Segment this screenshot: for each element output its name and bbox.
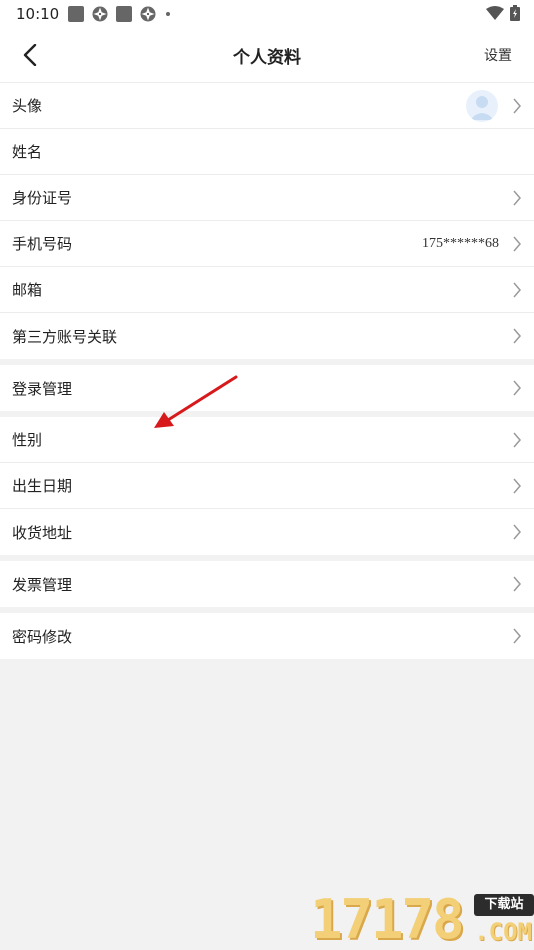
profile-group-personal: 性别 出生日期 收货地址	[0, 417, 534, 555]
profile-group-login: 登录管理	[0, 365, 534, 411]
row-avatar[interactable]: 头像	[0, 83, 534, 129]
navigation-bar: 个人资料 设置	[0, 28, 534, 83]
default-avatar-icon	[470, 96, 494, 120]
chevron-right-icon	[513, 98, 521, 114]
row-label: 发票管理	[12, 575, 73, 594]
row-label: 收货地址	[12, 523, 73, 542]
chevron-right-icon	[513, 380, 521, 396]
app-notification-icon	[116, 6, 132, 22]
status-bar: 10:10	[0, 0, 534, 28]
phone-value: 175******68	[422, 235, 499, 251]
annotation-arrow-icon	[154, 375, 238, 428]
chevron-right-icon	[513, 282, 521, 298]
page-title: 个人资料	[233, 48, 301, 68]
row-label: 邮箱	[12, 281, 43, 299]
profile-group-password: 密码修改	[0, 613, 534, 659]
row-id-number[interactable]: 身份证号	[0, 175, 534, 221]
row-name[interactable]: 姓名	[0, 129, 534, 175]
row-phone[interactable]: 手机号码 175******68	[0, 221, 534, 267]
profile-group-basic: 头像 姓名 身份证号 手机号码 175******68 邮箱 第三方账号关联	[0, 83, 534, 359]
row-label: 手机号码	[12, 235, 73, 253]
row-label: 第三方账号关联	[12, 327, 118, 346]
row-birth-date[interactable]: 出生日期	[0, 463, 534, 509]
row-label: 出生日期	[12, 477, 73, 495]
chevron-right-icon	[513, 628, 521, 644]
profile-group-invoice: 发票管理	[0, 561, 534, 607]
app-notification-icon	[68, 6, 84, 22]
watermark-domain: .COM	[474, 918, 532, 946]
row-label: 头像	[12, 97, 43, 115]
row-email[interactable]: 邮箱	[0, 267, 534, 313]
watermark-logo: 17178 下载站 .COM	[306, 888, 534, 950]
watermark-badge: 下载站	[474, 894, 534, 916]
row-invoice-management[interactable]: 发票管理	[0, 561, 534, 607]
chevron-right-icon	[513, 524, 521, 540]
row-password-change[interactable]: 密码修改	[0, 613, 534, 659]
row-gender[interactable]: 性别	[0, 417, 534, 463]
chevron-right-icon	[513, 236, 521, 252]
status-time: 10:10	[16, 5, 60, 23]
row-label: 身份证号	[12, 189, 73, 207]
status-notification-icons	[68, 6, 170, 22]
chevron-right-icon	[513, 478, 521, 494]
aperture-icon	[140, 6, 156, 22]
status-system-icons	[486, 5, 520, 21]
wifi-icon	[486, 6, 504, 20]
chevron-right-icon	[513, 328, 521, 344]
row-login-management[interactable]: 登录管理	[0, 365, 534, 411]
chevron-right-icon	[513, 432, 521, 448]
row-label: 性别	[12, 431, 43, 449]
battery-icon	[510, 5, 520, 21]
aperture-icon	[92, 6, 108, 22]
more-notifications-icon	[166, 12, 170, 16]
row-label: 密码修改	[12, 627, 73, 646]
row-shipping-address[interactable]: 收货地址	[0, 509, 534, 555]
avatar	[466, 90, 498, 122]
chevron-right-icon	[513, 576, 521, 592]
watermark-number: 17178	[310, 888, 465, 950]
settings-button[interactable]: 设置	[484, 45, 512, 65]
row-label: 姓名	[12, 143, 43, 161]
row-label: 登录管理	[12, 379, 73, 398]
chevron-right-icon	[513, 190, 521, 206]
row-third-party-accounts[interactable]: 第三方账号关联	[0, 313, 534, 359]
